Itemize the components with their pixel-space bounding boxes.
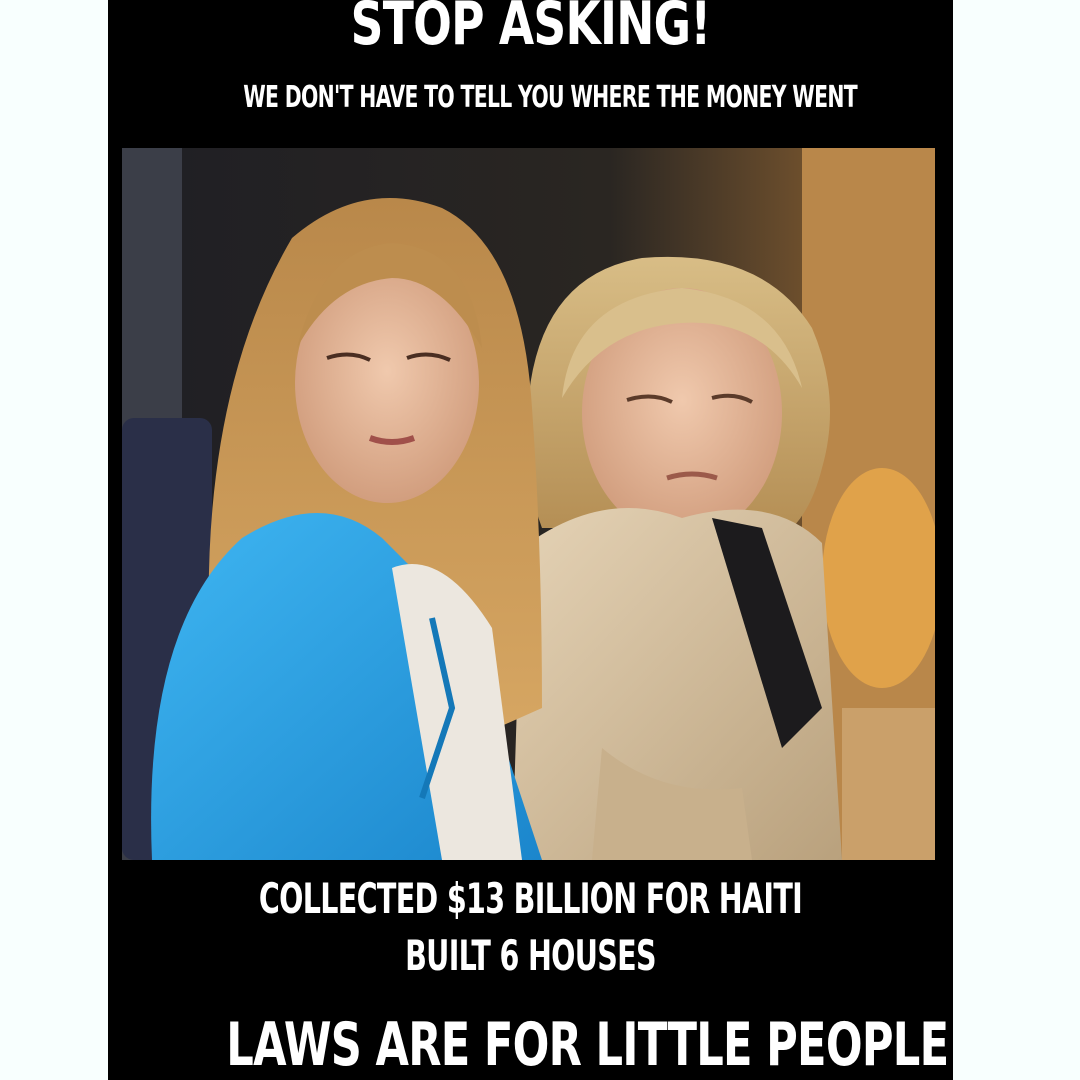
meme-poster: STOP ASKING! WE DON'T HAVE TO TELL YOU W… bbox=[108, 0, 953, 1080]
photo-illustration bbox=[122, 148, 935, 860]
bottom-line: LAWS ARE FOR LITTLE PEOPLE bbox=[226, 1010, 949, 1080]
photo bbox=[122, 148, 935, 860]
caption-line-2: BUILT 6 HOUSES bbox=[405, 931, 656, 980]
caption-line-1: COLLECTED $13 BILLION FOR HAITI bbox=[258, 874, 803, 923]
subline: WE DON'T HAVE TO TELL YOU WHERE THE MONE… bbox=[243, 80, 857, 115]
right-desk bbox=[842, 708, 935, 860]
right-woman bbox=[512, 256, 842, 860]
headline: STOP ASKING! bbox=[350, 0, 711, 59]
